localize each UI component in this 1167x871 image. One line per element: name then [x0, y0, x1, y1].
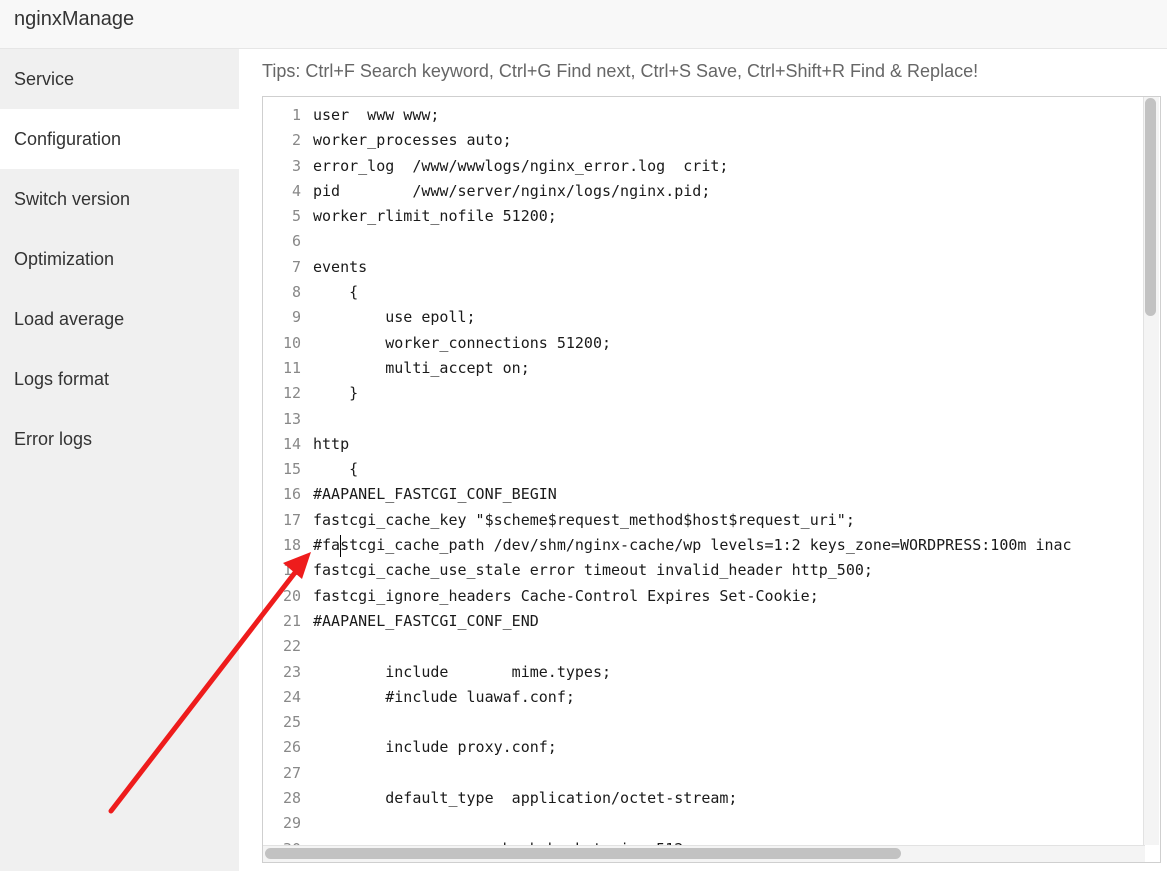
code-text[interactable]: events: [313, 255, 367, 280]
code-text[interactable]: http: [313, 432, 349, 457]
sidebar-item-error-logs[interactable]: Error logs: [0, 409, 239, 469]
code-line[interactable]: 19 fastcgi_cache_use_stale error timeout …: [263, 558, 1145, 583]
code-text[interactable]: {: [313, 457, 358, 482]
code-text[interactable]: include mime.types;: [313, 660, 611, 685]
sidebar-item-load-average[interactable]: Load average: [0, 289, 239, 349]
code-line[interactable]: 8 {: [263, 280, 1145, 305]
line-number: 14: [282, 434, 301, 453]
line-number: 1: [291, 106, 301, 124]
line-number: 4: [291, 181, 301, 200]
code-text[interactable]: multi_accept on;: [313, 356, 530, 381]
code-text[interactable]: fastcgi_ignore_headers Cache-Control Exp…: [313, 584, 819, 609]
line-number: 9: [291, 308, 301, 327]
code-line[interactable]: 4 pid /www/server/nginx/logs/nginx.pid;: [263, 179, 1145, 204]
text-cursor: [340, 535, 341, 558]
code-line[interactable]: 14 http: [263, 432, 1145, 457]
line-number: 7: [291, 257, 301, 276]
code-line[interactable]: 15 {: [263, 457, 1145, 482]
tips-text: Tips: Ctrl+F Search keyword, Ctrl+G Find…: [262, 61, 979, 81]
code-line[interactable]: 26 include proxy.conf;: [263, 735, 1145, 760]
line-number: 29: [282, 814, 301, 833]
code-line[interactable]: 1 user www www;: [263, 103, 1145, 128]
line-number: 22: [282, 637, 301, 656]
line-number: 11: [282, 358, 301, 377]
sidebar: Service Configuration Switch version Opt…: [0, 49, 239, 871]
line-number: 12: [282, 384, 301, 403]
code-text[interactable]: default_type application/octet-stream;: [313, 786, 737, 811]
code-line[interactable]: 27: [263, 761, 1145, 786]
code-line[interactable]: 13: [263, 407, 1145, 432]
line-number: 23: [282, 662, 301, 681]
code-line[interactable]: 3 error_log /www/wwwlogs/nginx_error.log …: [263, 154, 1145, 179]
code-line[interactable]: 10 worker_connections 51200;: [263, 331, 1145, 356]
line-number: 18: [282, 536, 301, 555]
line-number: 28: [282, 789, 301, 808]
sidebar-item-optimization[interactable]: Optimization: [0, 229, 239, 289]
line-number: 26: [282, 738, 301, 757]
code-line[interactable]: 5 worker_rlimit_nofile 51200;: [263, 204, 1145, 229]
code-line[interactable]: 22: [263, 634, 1145, 659]
code-line[interactable]: 9 use epoll;: [263, 305, 1145, 330]
title-bar: nginxManage: [0, 0, 1167, 49]
line-number: 21: [282, 611, 301, 630]
line-number: 16: [282, 485, 301, 504]
code-line[interactable]: 20 fastcgi_ignore_headers Cache-Control E…: [263, 584, 1145, 609]
line-number: 15: [282, 460, 301, 479]
line-number: 10: [282, 333, 301, 352]
code-text[interactable]: {: [313, 280, 358, 305]
code-line[interactable]: 6: [263, 229, 1145, 254]
code-text[interactable]: pid /www/server/nginx/logs/nginx.pid;: [313, 179, 710, 204]
code-text[interactable]: fastcgi_cache_key "$scheme$request_metho…: [313, 508, 855, 533]
code-text[interactable]: #include luawaf.conf;: [313, 685, 575, 710]
sidebar-item-service[interactable]: Service: [0, 49, 239, 109]
line-number: 17: [282, 510, 301, 529]
sidebar-item-switch-version[interactable]: Switch version: [0, 169, 239, 229]
code-line[interactable]: 24 #include luawaf.conf;: [263, 685, 1145, 710]
code-line[interactable]: 25: [263, 710, 1145, 735]
code-text[interactable]: }: [313, 381, 358, 406]
code-text[interactable]: worker_connections 51200;: [313, 331, 611, 356]
code-line[interactable]: 21 #AAPANEL_FASTCGI_CONF_END: [263, 609, 1145, 634]
code-text[interactable]: fastcgi_cache_use_stale error timeout in…: [313, 558, 873, 583]
code-text[interactable]: use epoll;: [313, 305, 475, 330]
horizontal-scrollbar[interactable]: [263, 845, 1145, 862]
sidebar-item-logs-format[interactable]: Logs format: [0, 349, 239, 409]
vertical-scrollbar[interactable]: [1143, 97, 1159, 845]
code-lines[interactable]: 1 user www www; 2 worker_processes auto; 3 er…: [263, 103, 1145, 862]
code-line[interactable]: 12 }: [263, 381, 1145, 406]
vertical-scroll-thumb[interactable]: [1145, 98, 1156, 316]
line-number: 19: [282, 561, 301, 580]
code-line[interactable]: 28 default_type application/octet-stream…: [263, 786, 1145, 811]
code-text[interactable]: #fastcgi_cache_path /dev/shm/nginx-cache…: [313, 533, 1072, 558]
line-number: 8: [291, 283, 301, 302]
line-number: 20: [282, 586, 301, 605]
horizontal-scroll-thumb[interactable]: [265, 848, 901, 859]
code-line[interactable]: 18 #fastcgi_cache_path /dev/shm/nginx-cac…: [263, 533, 1145, 558]
line-number: 27: [282, 763, 301, 782]
code-line[interactable]: 2 worker_processes auto;: [263, 128, 1145, 153]
line-number: 3: [291, 156, 301, 175]
code-text[interactable]: error_log /www/wwwlogs/nginx_error.log c…: [313, 154, 728, 179]
code-line[interactable]: 11 multi_accept on;: [263, 356, 1145, 381]
line-number: 2: [291, 131, 301, 150]
line-number: 5: [291, 207, 301, 226]
code-text[interactable]: user www www;: [313, 103, 439, 128]
code-line[interactable]: 16 #AAPANEL_FASTCGI_CONF_BEGIN: [263, 482, 1145, 507]
line-number: 13: [282, 409, 301, 428]
line-number: 25: [282, 713, 301, 732]
app-title: nginxManage: [14, 8, 135, 30]
config-editor[interactable]: 1 user www www; 2 worker_processes auto; 3 er…: [262, 96, 1161, 863]
code-line[interactable]: 17 fastcgi_cache_key "$scheme$request_met…: [263, 508, 1145, 533]
code-text[interactable]: #AAPANEL_FASTCGI_CONF_END: [313, 609, 539, 634]
line-number: 6: [291, 232, 301, 251]
code-line[interactable]: 23 include mime.types;: [263, 660, 1145, 685]
line-number: 24: [282, 687, 301, 706]
code-text[interactable]: worker_rlimit_nofile 51200;: [313, 204, 557, 229]
code-text[interactable]: #AAPANEL_FASTCGI_CONF_BEGIN: [313, 482, 557, 507]
code-line[interactable]: 7 events: [263, 255, 1145, 280]
code-text[interactable]: include proxy.conf;: [313, 735, 557, 760]
code-line[interactable]: 29: [263, 811, 1145, 836]
code-text[interactable]: worker_processes auto;: [313, 128, 512, 153]
sidebar-item-configuration[interactable]: Configuration: [0, 109, 239, 169]
